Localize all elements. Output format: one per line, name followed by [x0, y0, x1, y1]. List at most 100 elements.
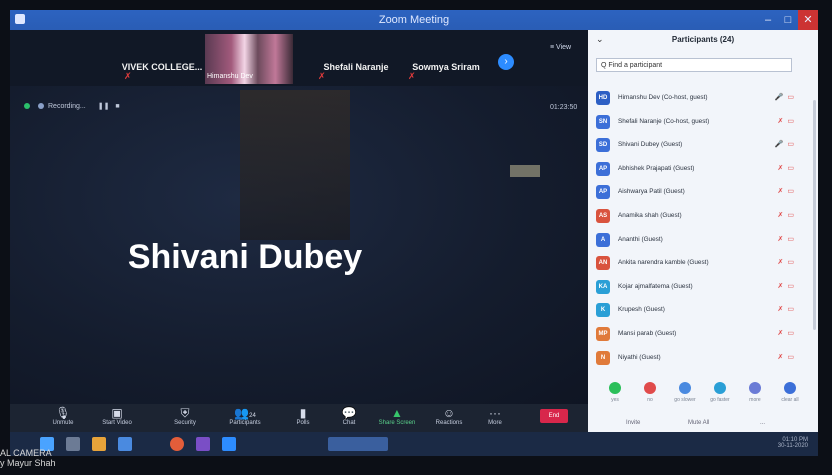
chat-button[interactable]: 💬 Chat [324, 406, 374, 426]
participant-row[interactable]: AS Anamika shah (Guest) ✗ ▭ [596, 206, 796, 230]
panel-header: ⌄ Participants (24) [588, 30, 818, 50]
minimize-icon[interactable]: – [758, 10, 778, 30]
store-icon[interactable] [118, 437, 132, 451]
unmute-button[interactable]: 🎙 Unmute [38, 406, 88, 426]
video-off-icon: ▭ [787, 235, 794, 243]
zoom-meeting-taskbar-icon[interactable] [328, 437, 388, 451]
reaction-button[interactable]: go faster [703, 382, 737, 403]
more-button[interactable]: ··· More [470, 406, 520, 426]
video-off-icon: ▭ [787, 211, 794, 219]
toolbar-label: Unmute [52, 420, 74, 426]
meeting-view: VIVEK COLLEGE... ✗ Himanshu Dev Shefali … [10, 30, 588, 404]
view-button[interactable]: ≡ View [550, 44, 571, 51]
pause-icon[interactable]: ❚❚ [98, 103, 110, 110]
participant-name: Kojar ajmalfatema (Guest) [618, 282, 693, 290]
gallery-tile[interactable]: Shefali Naranje ✗ [310, 36, 402, 86]
participant-row[interactable]: N Niyathi (Guest) ✗ ▭ [596, 348, 796, 372]
participant-name: Shefali Naranje (Co-host, guest) [618, 117, 710, 125]
participant-status: ✗ ▭ [778, 282, 795, 290]
video-off-icon: ▭ [787, 164, 794, 172]
participants-panel: ⌄ Participants (24) Q Find a participant… [588, 30, 818, 432]
participant-row[interactable]: HD Himanshu Dev (Co-host, guest) 🎤 ▭ [596, 88, 796, 112]
windows-taskbar: 01:10 PM 30-11-2020 [10, 432, 818, 456]
chrome-icon[interactable] [170, 437, 184, 451]
more-options-button[interactable]: ... [760, 420, 765, 426]
stop-icon[interactable]: ■ [115, 103, 119, 110]
active-speaker-name: Shivani Dubey [127, 238, 363, 276]
participant-row[interactable]: AP Aishwarya Patil (Guest) ✗ ▭ [596, 182, 796, 206]
gallery-tile[interactable]: VIVEK COLLEGE... ✗ [116, 36, 208, 86]
record-dot-icon [38, 103, 44, 110]
mic-on-icon: 🎤 [774, 94, 784, 101]
participant-row[interactable]: A Ananthi (Guest) ✗ ▭ [596, 230, 796, 254]
shield-icon [24, 103, 30, 110]
participant-status: ✗ ▭ [778, 353, 795, 361]
video-off-icon: ▣ [111, 406, 123, 420]
close-icon[interactable]: ✕ [798, 10, 818, 30]
reactions-button[interactable]: ☺ Reactions [424, 406, 474, 426]
participants-count: 24 [249, 413, 256, 419]
reaction-button[interactable]: go slower [668, 382, 702, 403]
watermark-line: y Mayur Shah [0, 458, 56, 468]
participant-status: ✗ ▭ [778, 329, 795, 337]
participant-name: Ananthi (Guest) [618, 235, 663, 243]
share-screen-icon: ▲ [391, 406, 403, 420]
reaction-button[interactable]: clear all [773, 382, 807, 403]
share-screen-button[interactable]: ▲ Share Screen [372, 406, 422, 426]
reaction-button[interactable]: no [633, 382, 667, 403]
reaction-icon [679, 382, 691, 394]
background-shape [240, 90, 350, 240]
window-title-bar: Zoom Meeting – □ ✕ [10, 10, 818, 30]
avatar: KA [596, 279, 610, 294]
video-tile[interactable]: Himanshu Dev [205, 34, 293, 84]
participant-name: Anamika shah (Guest) [618, 211, 682, 219]
participant-name: Himanshu Dev (Co-host, guest) [618, 94, 708, 101]
reaction-button[interactable]: more [738, 382, 772, 403]
reaction-icon [609, 382, 621, 394]
polls-button[interactable]: ▮ Polls [278, 406, 328, 426]
participant-row[interactable]: AP Abhishek Prajapati (Guest) ✗ ▭ [596, 159, 796, 183]
system-tray: 01:10 PM 30-11-2020 [778, 437, 808, 449]
participant-row[interactable]: KA Kojar ajmalfatema (Guest) ✗ ▭ [596, 277, 796, 301]
video-off-icon: ▭ [787, 188, 794, 196]
participant-row[interactable]: MP Mansi parab (Guest) ✗ ▭ [596, 324, 796, 348]
reaction-label: go slower [674, 397, 696, 403]
invite-button[interactable]: Invite [626, 420, 640, 426]
participants-button[interactable]: 👥24 Participants [220, 406, 270, 426]
participant-status: ✗ ▭ [778, 258, 795, 266]
maximize-icon[interactable]: □ [778, 10, 798, 30]
security-button[interactable]: ⛨ Security [160, 406, 210, 426]
mic-muted-icon: ✗ [777, 329, 784, 337]
gallery-tile[interactable]: Sowmya Sriram ✗ [400, 36, 492, 86]
participant-status: 🎤 ▭ [775, 93, 794, 101]
window-title: Zoom Meeting [378, 14, 450, 26]
task-view-icon[interactable] [66, 437, 80, 451]
participant-status: ✗ ▭ [778, 117, 795, 125]
background-shape [510, 165, 540, 177]
view-label: View [556, 44, 572, 51]
avatar: AS [596, 208, 610, 223]
mute-all-button[interactable]: Mute All [688, 420, 709, 426]
next-page-arrow-icon[interactable]: › [498, 54, 514, 70]
recording-label: Recording... [48, 103, 86, 110]
reaction-label: no [647, 397, 653, 403]
avatar: SD [596, 138, 610, 153]
reaction-button[interactable]: yes [598, 382, 632, 403]
mic-muted-icon: ✗ [318, 71, 326, 81]
mic-muted-icon: ✗ [408, 71, 416, 81]
participant-row[interactable]: SN Shefali Naranje (Co-host, guest) ✗ ▭ [596, 112, 796, 136]
participant-row[interactable]: K Krupesh (Guest) ✗ ▭ [596, 300, 796, 324]
participant-row[interactable]: AN Ankita narendra kamble (Guest) ✗ ▭ [596, 253, 796, 277]
end-meeting-button[interactable]: End [540, 409, 568, 423]
video-off-icon: ▭ [787, 141, 794, 149]
file-explorer-icon[interactable] [92, 437, 106, 451]
start-video-button[interactable]: ▣ Start Video [92, 406, 142, 426]
participant-status: ✗ ▭ [778, 235, 795, 243]
scrollbar[interactable] [813, 100, 816, 330]
onenote-icon[interactable] [196, 437, 210, 451]
participant-row[interactable]: SD Shivani Dubey (Guest) 🎤 ▭ [596, 135, 796, 159]
toolbar-label: Participants [229, 420, 261, 426]
search-input[interactable]: Q Find a participant [596, 58, 792, 72]
zoom-taskbar-icon[interactable] [222, 437, 236, 451]
participant-list: HD Himanshu Dev (Co-host, guest) 🎤 ▭ SN Shefa… [596, 88, 796, 371]
